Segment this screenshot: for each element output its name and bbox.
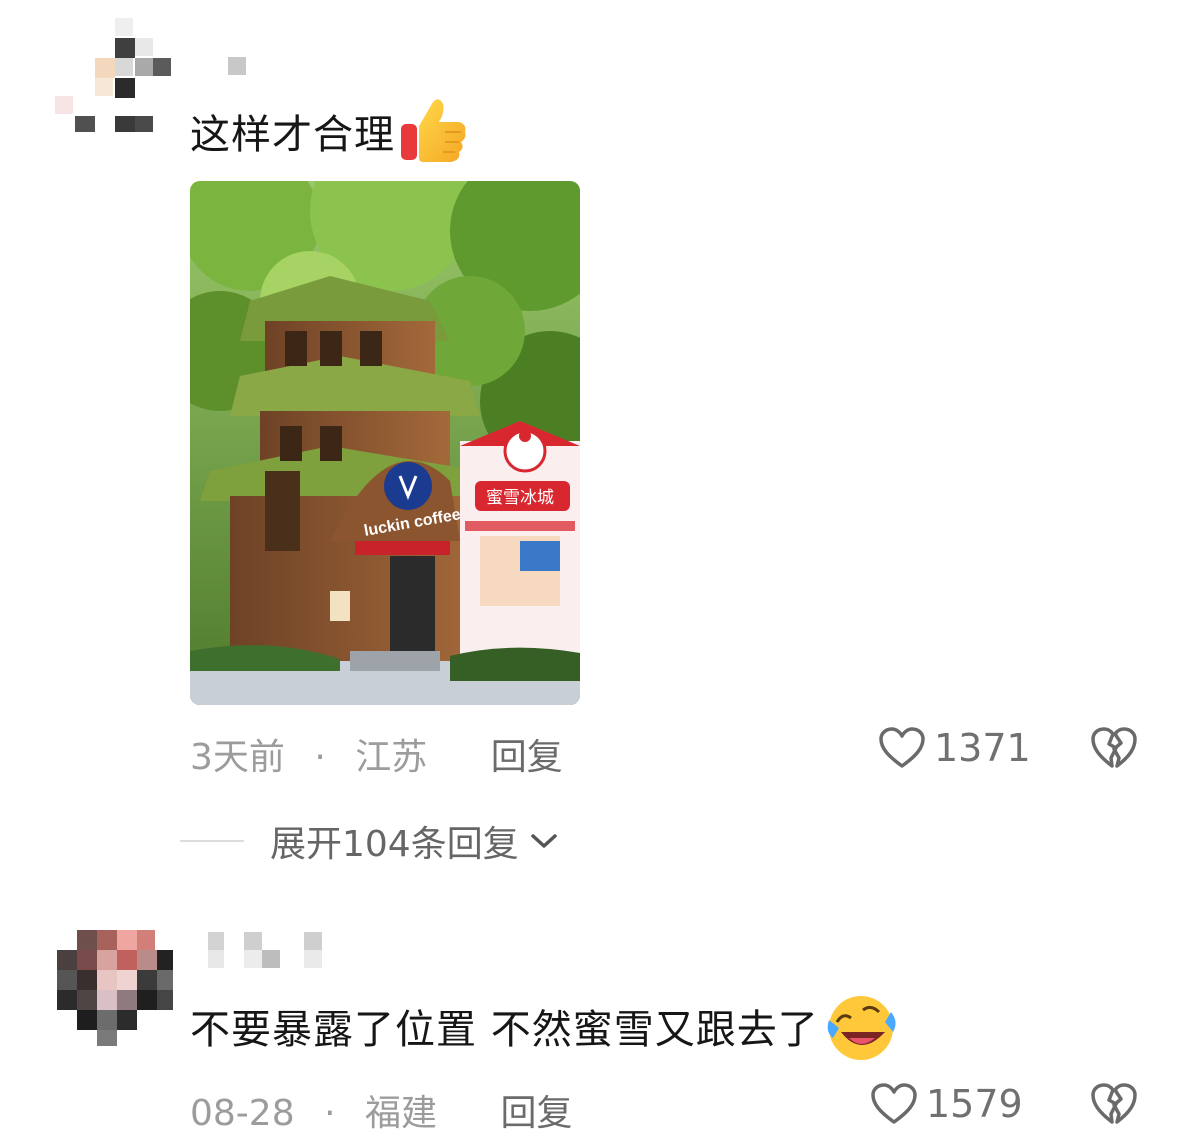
comment-meta: 08-28 · 福建 回复: [190, 1084, 572, 1134]
comment-body: 不要暴露了位置 不然蜜雪又跟去了: [190, 1007, 819, 1053]
dislike-button[interactable]: [1090, 1082, 1138, 1130]
like-button[interactable]: 1371: [878, 726, 1031, 770]
meta-separator: ·: [324, 1093, 336, 1134]
username-masked[interactable]: [208, 932, 328, 970]
username-masked[interactable]: [228, 57, 246, 75]
comment-image[interactable]: luckin coffee 蜜雪冰城: [190, 181, 580, 705]
meta-separator: ·: [314, 737, 326, 778]
avatar[interactable]: [55, 18, 175, 138]
comment-meta: 3天前 · 江苏 回复: [190, 728, 563, 780]
comment-text: 这样才合理: [190, 98, 469, 176]
reply-button[interactable]: 回复: [500, 1084, 572, 1134]
broken-heart-icon: [1091, 727, 1137, 768]
mixue-sign-text: 蜜雪冰城: [486, 488, 554, 508]
expand-replies-button[interactable]: 展开104条回复: [180, 815, 559, 867]
rolling-laughing-icon: [823, 992, 899, 1072]
like-count: 1579: [926, 1082, 1023, 1126]
comment-location: 江苏: [355, 737, 428, 778]
comment-date: 3天前: [190, 737, 285, 778]
chevron-down-icon: [530, 834, 557, 848]
like-button[interactable]: 1579: [870, 1082, 1023, 1126]
comment-body: 这样才合理: [190, 112, 395, 158]
heart-outline-icon: [879, 727, 925, 768]
avatar[interactable]: [57, 930, 173, 1046]
comment-date: 08-28: [190, 1093, 295, 1134]
like-count: 1371: [934, 726, 1031, 770]
dislike-button[interactable]: [1090, 726, 1138, 774]
divider-line: [180, 840, 244, 842]
expand-replies-label: 展开104条回复: [270, 824, 519, 865]
comment-location: 福建: [364, 1093, 437, 1134]
comment-text: 不要暴露了位置 不然蜜雪又跟去了: [190, 992, 899, 1072]
broken-heart-icon: [1091, 1083, 1137, 1124]
thumbs-up-icon: [399, 98, 469, 176]
heart-outline-icon: [871, 1083, 917, 1124]
reply-button[interactable]: 回复: [491, 728, 563, 780]
